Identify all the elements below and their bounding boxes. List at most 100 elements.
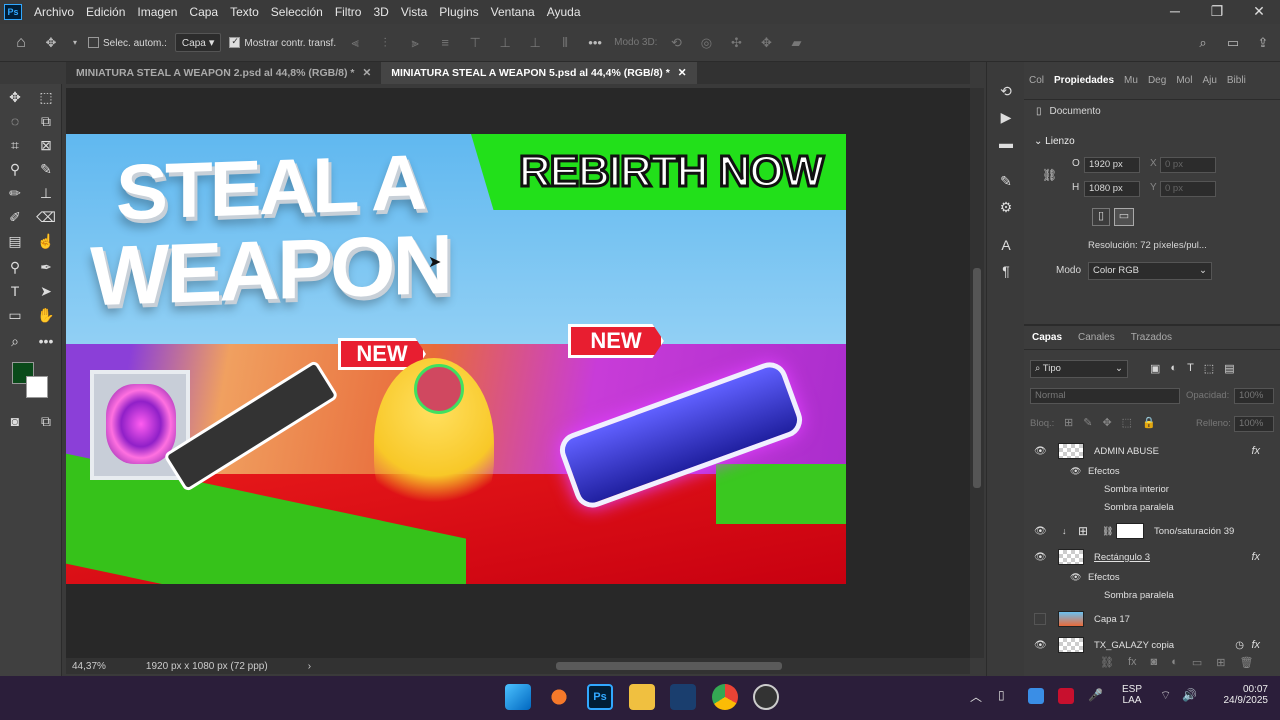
- add-style-icon[interactable]: fx: [1128, 656, 1137, 669]
- screen-mode-icon[interactable]: ⧉: [35, 410, 57, 432]
- menu-filtro[interactable]: Filtro: [329, 5, 368, 19]
- actions-play-icon[interactable]: ▶: [995, 106, 1017, 128]
- eye-icon[interactable]: 👁: [1034, 446, 1047, 457]
- visibility-toggle[interactable]: [1034, 613, 1046, 625]
- eyedropper-icon[interactable]: ⚲: [4, 158, 26, 180]
- layer-row[interactable]: 👁 TX_GALAZY copia ◷ fx: [1024, 632, 1280, 658]
- fx-icon[interactable]: fx: [1251, 639, 1260, 651]
- blend-mode-select[interactable]: Normal: [1030, 388, 1180, 404]
- landscape-icon[interactable]: ▭: [1114, 208, 1134, 226]
- horizontal-scroll-thumb[interactable]: [556, 662, 782, 670]
- zoom-tool-icon[interactable]: ⌕: [4, 330, 26, 352]
- history-brush-icon[interactable]: ✐: [4, 206, 26, 228]
- lasso-tool-icon[interactable]: ◌: [4, 110, 26, 132]
- 3d-roll-icon[interactable]: ◎: [695, 35, 717, 51]
- chrome-icon[interactable]: [712, 684, 738, 710]
- new-layer-icon[interactable]: ⊞: [1216, 656, 1225, 669]
- type-tool-icon[interactable]: T: [4, 280, 26, 302]
- file-explorer-icon[interactable]: [629, 684, 655, 710]
- paragraph-icon[interactable]: ¶: [995, 260, 1017, 282]
- tab-document-2[interactable]: MINIATURA STEAL A WEAPON 2.psd al 44,8% …: [66, 62, 381, 84]
- menu-texto[interactable]: Texto: [224, 5, 265, 19]
- tab-properties[interactable]: Propiedades: [1049, 75, 1119, 86]
- chevron-right-icon[interactable]: ›: [308, 661, 311, 672]
- pen-tool-icon[interactable]: ✒: [35, 256, 57, 278]
- move-tool-icon[interactable]: ✥: [40, 35, 62, 51]
- new-adjustment-icon[interactable]: ◐: [1171, 656, 1178, 669]
- tab-channels[interactable]: Canales: [1070, 332, 1123, 343]
- rectangle-tool-icon[interactable]: ▭: [4, 304, 26, 326]
- chevron-up-icon[interactable]: ︿: [970, 688, 982, 705]
- vertical-scroll-thumb[interactable]: [973, 268, 981, 488]
- lock-pixels-icon[interactable]: ⊞: [1064, 416, 1073, 429]
- eye-icon[interactable]: 👁: [1034, 552, 1047, 563]
- 3d-camera-icon[interactable]: ▰: [785, 35, 807, 51]
- maximize-button[interactable]: ❐: [1196, 0, 1238, 24]
- more-tools-icon[interactable]: •••: [35, 330, 57, 352]
- stamp-tool-icon[interactable]: ⊥: [35, 182, 57, 204]
- wifi-icon[interactable]: ⌔: [1160, 688, 1171, 703]
- layer-filter-select[interactable]: ⌕ Tipo ⌄: [1030, 360, 1128, 378]
- link-icon[interactable]: ⛓: [1042, 168, 1057, 182]
- davinci-icon[interactable]: [670, 684, 696, 710]
- type-filter-icon[interactable]: T: [1187, 362, 1194, 375]
- fx-icon[interactable]: fx: [1251, 551, 1260, 563]
- 3d-drag-icon[interactable]: ✣: [725, 35, 747, 51]
- adjust-filter-icon[interactable]: ◐: [1170, 362, 1177, 375]
- 3d-slide-icon[interactable]: ✥: [755, 35, 777, 51]
- language-indicator[interactable]: ESP LAA: [1122, 684, 1142, 706]
- marquee-tool-icon[interactable]: ⬚: [35, 86, 57, 108]
- smart-filter-icon[interactable]: ▤: [1224, 362, 1234, 375]
- comments-icon[interactable]: ▬: [995, 132, 1017, 154]
- tab-document-5[interactable]: MINIATURA STEAL A WEAPON 5.psd al 44,4% …: [381, 62, 697, 84]
- auto-select-checkbox[interactable]: Selec. autom.:: [88, 37, 167, 49]
- dodge-tool-icon[interactable]: ⚲: [4, 256, 26, 278]
- eye-icon[interactable]: 👁: [1034, 526, 1047, 537]
- workspace-icon[interactable]: ▭: [1222, 35, 1244, 51]
- delete-layer-icon[interactable]: 🗑: [1239, 656, 1253, 669]
- background-color-swatch[interactable]: [26, 376, 48, 398]
- menu-seleccion[interactable]: Selección: [265, 5, 329, 19]
- shape-filter-icon[interactable]: ⬚: [1204, 362, 1214, 375]
- tab-adjustments[interactable]: Aju: [1197, 75, 1221, 86]
- tab-layers[interactable]: Capas: [1024, 332, 1070, 343]
- eye-icon[interactable]: 👁: [1034, 640, 1047, 651]
- menu-3d[interactable]: 3D: [367, 5, 394, 19]
- lock-artboard-icon[interactable]: ⬚: [1122, 416, 1132, 429]
- minimize-button[interactable]: ─: [1154, 0, 1196, 24]
- align-bottom-icon[interactable]: ⊥: [524, 35, 546, 51]
- tab-libraries[interactable]: Bibli: [1222, 75, 1251, 86]
- close-icon[interactable]: ✕: [362, 67, 371, 79]
- tab-paths[interactable]: Trazados: [1123, 332, 1180, 343]
- link-layers-icon[interactable]: ⛓: [1100, 656, 1114, 669]
- brush-settings-icon[interactable]: ✎: [995, 170, 1017, 192]
- adobe-cc-icon[interactable]: [1058, 688, 1074, 704]
- tab-mu[interactable]: Mu: [1119, 75, 1143, 86]
- layer-row[interactable]: 👁 ↓ ⊞ ⛓ Tono/saturación 39: [1024, 518, 1280, 544]
- lock-brush-icon[interactable]: ✎: [1083, 416, 1092, 429]
- healing-brush-icon[interactable]: ✎: [35, 158, 57, 180]
- move-tool-icon[interactable]: ✥: [4, 86, 26, 108]
- new-group-icon[interactable]: ▭: [1192, 656, 1202, 669]
- eye-icon[interactable]: 👁: [1070, 572, 1081, 583]
- chevron-down-icon[interactable]: ⌄: [1034, 136, 1045, 147]
- zoom-level[interactable]: 44,37%: [72, 661, 106, 672]
- effect-row[interactable]: Sombra paralela: [1024, 582, 1280, 608]
- align-center-icon[interactable]: ⫶: [374, 35, 396, 51]
- device-icon[interactable]: ▯: [998, 688, 1005, 702]
- menu-vista[interactable]: Vista: [395, 5, 433, 19]
- blender-icon[interactable]: [546, 684, 572, 710]
- show-transform-checkbox[interactable]: Mostrar contr. transf.: [229, 36, 336, 49]
- menu-imagen[interactable]: Imagen: [131, 5, 183, 19]
- lock-all-icon[interactable]: 🔒: [1142, 416, 1156, 429]
- eraser-icon[interactable]: ⌫: [35, 206, 57, 228]
- target-select[interactable]: Capa ▾: [174, 33, 222, 52]
- close-icon[interactable]: ✕: [678, 67, 687, 79]
- volume-icon[interactable]: 🔊: [1182, 688, 1197, 702]
- portrait-icon[interactable]: ▯: [1092, 208, 1110, 226]
- photoshop-taskbar-icon[interactable]: Ps: [587, 684, 613, 710]
- crop-tool-icon[interactable]: ⌗: [4, 134, 26, 156]
- microphone-icon[interactable]: 🎤: [1088, 688, 1103, 702]
- layer-row[interactable]: Capa 17: [1024, 606, 1280, 632]
- x-field[interactable]: 0 px: [1160, 157, 1216, 173]
